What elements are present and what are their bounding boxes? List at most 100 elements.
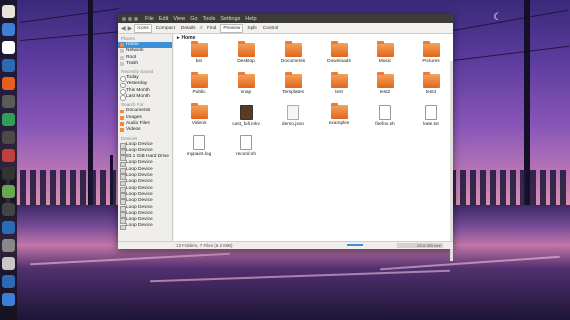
file-item[interactable]: test xyxy=(317,72,361,95)
app-launcher-icon[interactable] xyxy=(2,149,15,162)
file-manager-window: File Edit View Go Tools Settings Help ◀ … xyxy=(118,14,453,261)
app-launcher-icon[interactable] xyxy=(2,131,15,144)
folder-icon xyxy=(330,72,348,88)
file-name: Templates xyxy=(282,90,304,95)
split-button[interactable]: Split xyxy=(245,25,258,32)
minimize-window-icon[interactable] xyxy=(128,16,132,21)
details-view-button[interactable]: Details xyxy=(179,25,198,32)
file-name: examples xyxy=(328,121,350,126)
file-icon xyxy=(193,135,205,150)
app-launcher-icon[interactable] xyxy=(2,95,15,108)
file-item[interactable]: cast_full.mkv xyxy=(224,105,268,127)
file-name: Pictures xyxy=(422,59,440,64)
folder-icon xyxy=(284,41,302,57)
file-item[interactable]: bin xyxy=(177,41,221,64)
sidebar-item-trash[interactable]: Trash xyxy=(118,61,172,67)
menu-tools[interactable]: Tools xyxy=(203,16,216,22)
path-arrow-icon: ▸ xyxy=(177,34,180,41)
file-item[interactable]: test4 xyxy=(409,72,453,95)
app-launcher-icon[interactable] xyxy=(2,23,15,36)
breadcrumb: ▸ Home xyxy=(174,34,453,41)
app-launcher-icon[interactable] xyxy=(2,41,15,54)
menu-settings[interactable]: Settings xyxy=(220,16,240,22)
terminal-launcher-icon[interactable] xyxy=(2,167,15,180)
file-item[interactable]: demo.json xyxy=(271,105,315,127)
zoom-slider[interactable] xyxy=(347,244,363,246)
file-item[interactable]: mypaint.log xyxy=(177,135,221,157)
file-item[interactable]: Pictures xyxy=(409,41,453,64)
file-name: Downloads xyxy=(327,59,351,64)
devices-heading: Devices xyxy=(121,135,138,141)
file-name: Videos xyxy=(191,121,207,126)
file-item[interactable]: record.sh xyxy=(224,135,268,157)
file-name: test2 xyxy=(379,90,391,95)
file-item[interactable]: examples xyxy=(317,103,361,126)
app-launcher-icon[interactable] xyxy=(2,59,15,72)
file-name: Public xyxy=(192,90,206,95)
find-button[interactable]: Find xyxy=(205,25,218,32)
file-item[interactable]: Downloads xyxy=(317,41,361,64)
app-launcher-icon[interactable] xyxy=(2,293,15,306)
app-launcher-icon[interactable] xyxy=(2,185,15,198)
file-name: Desktop xyxy=(237,59,255,64)
file-item[interactable]: firefox.sh xyxy=(363,105,407,127)
file-icon xyxy=(425,105,437,120)
menu-view[interactable]: View xyxy=(173,16,185,22)
folder-icon xyxy=(422,41,440,57)
file-item[interactable]: Music xyxy=(363,41,407,64)
file-item[interactable]: snap xyxy=(224,72,268,95)
wallpaper-wire xyxy=(19,31,120,41)
app-launcher-icon[interactable] xyxy=(2,113,15,126)
file-name: firefox.sh xyxy=(375,122,395,127)
file-item[interactable]: Public xyxy=(177,72,221,95)
file-name: snap xyxy=(240,90,252,95)
menu-edit[interactable]: Edit xyxy=(159,16,168,22)
folder-icon xyxy=(330,103,348,119)
file-item[interactable]: Desktop xyxy=(224,41,268,64)
back-arrow-icon[interactable]: ◀ xyxy=(121,25,126,32)
app-launcher-icon[interactable] xyxy=(2,77,15,90)
files-launcher-icon[interactable] xyxy=(2,5,15,18)
file-name: test4 xyxy=(425,90,437,95)
forward-arrow-icon[interactable]: ▶ xyxy=(128,25,133,32)
file-item[interactable]: Documents xyxy=(271,41,315,64)
places-heading: Places xyxy=(121,36,135,41)
folder-icon xyxy=(376,41,394,57)
places-sidebar: Places Home Network Root Trash Recently … xyxy=(118,34,173,241)
preview-button[interactable]: Preview xyxy=(220,23,244,33)
launcher-dock xyxy=(0,0,17,320)
menu-help[interactable]: Help xyxy=(245,16,256,22)
vertical-scrollbar[interactable] xyxy=(450,61,453,261)
menu-file[interactable]: File xyxy=(145,16,154,22)
maximize-window-icon[interactable] xyxy=(134,16,138,21)
app-launcher-icon[interactable] xyxy=(2,221,15,234)
close-window-icon[interactable] xyxy=(122,16,126,21)
recent-heading: Recently Saved xyxy=(121,69,154,75)
app-launcher-icon[interactable] xyxy=(2,275,15,288)
icons-view-button[interactable]: Icons xyxy=(134,23,152,33)
file-name: Music xyxy=(378,59,392,64)
file-item[interactable]: kate.txt xyxy=(409,105,453,127)
file-view: ▸ Home bin Desktop Documents Downloads Music… xyxy=(174,34,453,261)
sidebar-item-device[interactable]: Loop Device xyxy=(118,223,172,231)
file-item[interactable]: Videos xyxy=(177,103,221,126)
sidebar-item-last-month[interactable]: Last Month xyxy=(118,94,172,102)
app-launcher-icon[interactable] xyxy=(2,203,15,216)
app-launcher-icon[interactable] xyxy=(2,239,15,252)
folder-icon xyxy=(237,41,255,57)
file-name: kate.txt xyxy=(423,122,439,127)
breadcrumb-home[interactable]: Home xyxy=(182,35,196,41)
file-item[interactable]: Templates xyxy=(271,72,315,95)
file-item[interactable]: test2 xyxy=(363,72,407,95)
menu-go[interactable]: Go xyxy=(190,16,197,22)
sidebar-item-videos[interactable]: Videos xyxy=(118,127,172,133)
file-name: bin xyxy=(195,59,203,64)
compact-view-button[interactable]: Compact xyxy=(154,25,177,32)
wallpaper-wire xyxy=(19,8,120,23)
app-launcher-icon[interactable] xyxy=(2,257,15,270)
status-bar: 13 Folders, 7 Files (6.3 MiB) 83.8 GiB f… xyxy=(118,241,453,249)
control-button[interactable]: Control xyxy=(261,25,280,32)
folder-icon xyxy=(422,72,440,88)
folder-icon xyxy=(190,72,208,88)
folder-icon xyxy=(237,72,255,88)
